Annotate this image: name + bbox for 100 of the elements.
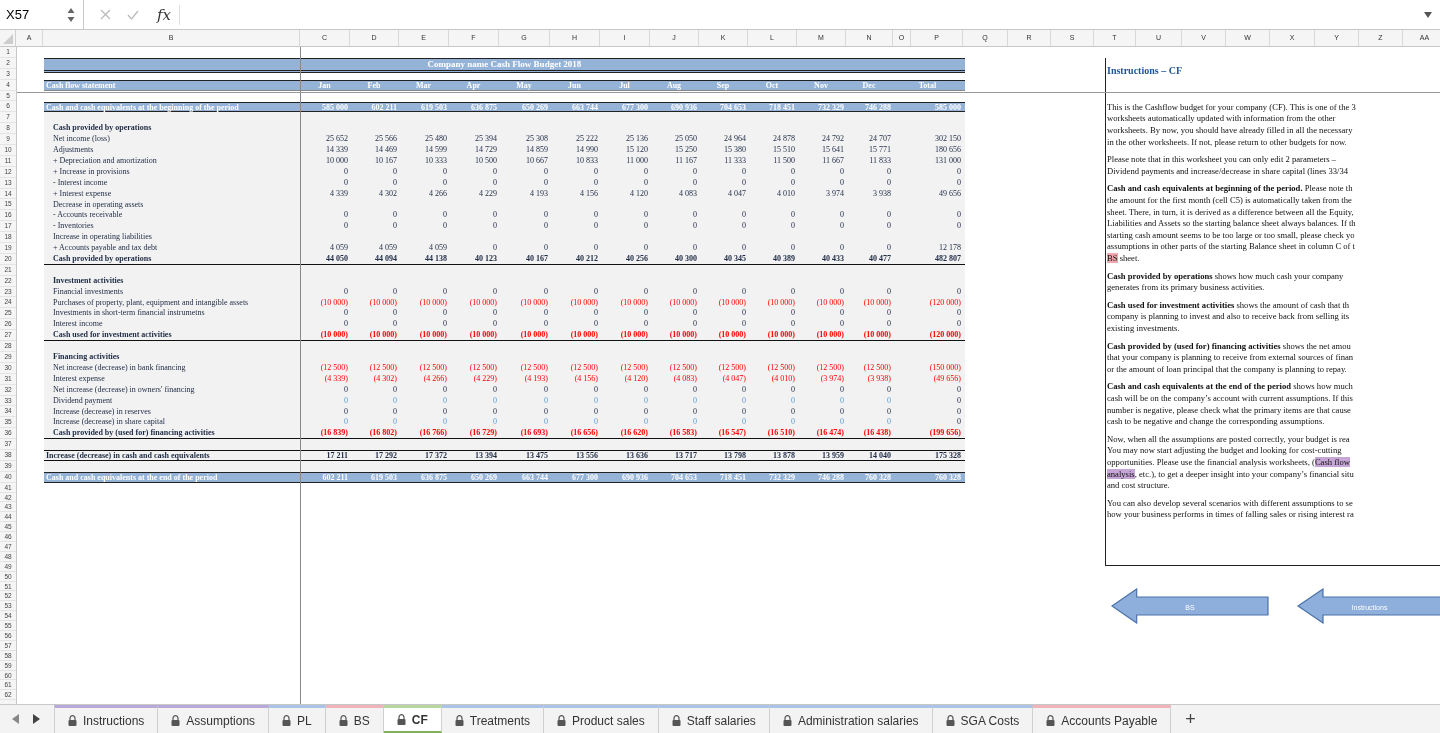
value-cell-text: (10 000) xyxy=(862,297,892,309)
value-cell-text: 4 047 xyxy=(727,188,747,200)
value-cell-text: (4 193) xyxy=(523,373,549,385)
value-cell-text: 0 xyxy=(692,308,698,320)
value-cell-text: 746 288 xyxy=(817,472,845,484)
row-label: + Interest expense xyxy=(52,188,113,200)
value-cell-text: 13 717 xyxy=(674,451,698,462)
value-cell-text: 14 729 xyxy=(474,145,498,157)
value-cell-text: 0 xyxy=(692,384,698,396)
value-cell-text: (16 547) xyxy=(717,428,747,440)
sheet-tab[interactable]: PL xyxy=(269,705,326,733)
sheet-tab[interactable]: Accounts Payable xyxy=(1033,705,1172,733)
value-cell-text: 0 xyxy=(839,319,845,331)
value-cell-text: (12 500) xyxy=(418,362,448,374)
value-cell-text: 10 833 xyxy=(575,156,599,167)
value-cell-text: 4 059 xyxy=(329,243,349,255)
value-cell-text: 0 xyxy=(790,384,796,396)
value-cell-text: 619 503 xyxy=(420,102,448,114)
value-cell-text: 650 269 xyxy=(521,102,549,114)
value-cell-text: 4 156 xyxy=(579,188,599,200)
lock-icon xyxy=(945,715,955,726)
value-cell-text: 0 xyxy=(886,286,892,298)
next-sheet-icon[interactable] xyxy=(32,714,40,724)
lock-icon xyxy=(396,714,406,725)
value-cell-text: 0 xyxy=(492,177,498,189)
value-cell-text: 0 xyxy=(956,177,962,189)
value-cell-text: 732 329 xyxy=(817,102,845,114)
sheet-tab[interactable]: Instructions xyxy=(54,705,159,733)
sheet-tab[interactable]: SGA Costs xyxy=(932,705,1034,733)
value-cell-text: 0 xyxy=(593,177,599,189)
sheet-tab[interactable]: Assumptions xyxy=(158,705,270,733)
instruction-paragraph: This is the Cashflow budget for your company (CF). This is one of the 3 worksheets automatically updated with information from the other worksheets. By now, you should have already filled in all the necessary in the other worksheets. If not, please return to other budgets for now. xyxy=(1107,101,1357,149)
value-cell-text: 0 xyxy=(956,319,962,331)
value-cell-text: 0 xyxy=(886,210,892,222)
value-cell-text: 0 xyxy=(741,286,747,298)
month-header: Total xyxy=(917,80,938,92)
month-header: Apr xyxy=(465,80,482,92)
value-cell-text: (10 000) xyxy=(668,330,698,342)
cancel-icon[interactable] xyxy=(100,9,111,20)
value-cell-text: 11 833 xyxy=(868,156,892,167)
value-cell-text: 0 xyxy=(492,384,498,396)
sheet-title: Company name Cash Flow Budget 2018 xyxy=(44,57,965,73)
value-cell-text: 0 xyxy=(741,221,747,233)
value-cell-text: 44 094 xyxy=(374,254,398,265)
value-cell-text: 13 878 xyxy=(772,451,796,462)
function-button[interactable]: fx xyxy=(157,5,171,24)
sheet-tab[interactable]: CF xyxy=(383,705,442,733)
add-sheet-button[interactable]: + xyxy=(1171,705,1210,733)
value-cell-text: 0 xyxy=(886,417,892,429)
sheet-tab[interactable]: Product sales xyxy=(544,705,659,733)
value-cell-text: (16 438) xyxy=(862,428,892,440)
value-cell-text: 0 xyxy=(886,166,892,178)
value-cell-text: 0 xyxy=(741,417,747,429)
value-cell-text: 0 xyxy=(692,166,698,178)
value-cell-text: 0 xyxy=(543,308,549,320)
value-cell-text: (16 766) xyxy=(418,428,448,440)
value-cell-text: 0 xyxy=(392,308,398,320)
value-cell-text: 0 xyxy=(790,417,796,429)
row-label: Financing activities xyxy=(52,352,121,363)
value-cell-text: 0 xyxy=(790,406,796,418)
value-cell-text: 14 599 xyxy=(424,145,448,157)
caret-icon[interactable] xyxy=(1424,11,1432,18)
value-cell-text: (4 047) xyxy=(721,373,747,385)
row-label: Financial investments xyxy=(52,286,124,298)
value-cell-text: 0 xyxy=(392,395,398,407)
value-cell-text: 760 328 xyxy=(864,472,892,484)
lock-icon xyxy=(171,715,181,726)
value-cell-text: 0 xyxy=(956,406,962,418)
value-cell-text: (10 000) xyxy=(569,297,599,309)
previous-sheet-icon[interactable] xyxy=(12,714,20,724)
value-cell-text: 25 566 xyxy=(374,134,398,146)
stepper-icon[interactable] xyxy=(67,6,75,23)
name-box[interactable]: X57 xyxy=(0,0,84,29)
value-cell-text: 677 300 xyxy=(571,472,599,484)
value-cell-text: 0 xyxy=(692,286,698,298)
sheet-link[interactable]: BS xyxy=(1107,253,1118,263)
row-label: Decrease in operating assets xyxy=(52,199,145,211)
value-cell-text: 704 653 xyxy=(670,472,698,484)
row-label: Interest income xyxy=(52,319,104,331)
value-cell-text: 0 xyxy=(956,395,962,407)
sheet-tab[interactable]: Staff salaries xyxy=(658,705,770,733)
sheet-link[interactable]: analysis xyxy=(1107,468,1135,479)
instruction-paragraph: Now, when all the assumptions are posted correctly, your budget is rea You may now start adjusting the budget and looking for cost-cutting opportunities. Please use the financial analysis worksheets, (Cash flow analysis, etc.), to get a deeper insight into your company’s financial situ and cost structure. xyxy=(1107,433,1355,492)
value-cell-text: 0 xyxy=(692,177,698,189)
value-cell-text: 0 xyxy=(543,384,549,396)
value-cell-text: (16 656) xyxy=(569,428,599,440)
sheet-tab[interactable]: Treatments xyxy=(441,705,544,733)
value-cell-text: 0 xyxy=(442,319,448,331)
value-cell-text: (12 500) xyxy=(368,362,398,374)
value-cell-text: 0 xyxy=(643,395,649,407)
value-cell-text: 0 xyxy=(392,319,398,331)
value-cell-text: (10 000) xyxy=(418,330,448,342)
sheet-tab[interactable]: Administration salaries xyxy=(769,705,933,733)
value-cell-text: 0 xyxy=(839,166,845,178)
check-icon[interactable] xyxy=(127,9,139,20)
value-cell-text: 4 229 xyxy=(478,188,498,200)
value-cell-text: 0 xyxy=(790,221,796,233)
value-cell-text: 0 xyxy=(741,406,747,418)
value-cell-text: 0 xyxy=(593,210,599,222)
value-cell-text: 0 xyxy=(741,210,747,222)
